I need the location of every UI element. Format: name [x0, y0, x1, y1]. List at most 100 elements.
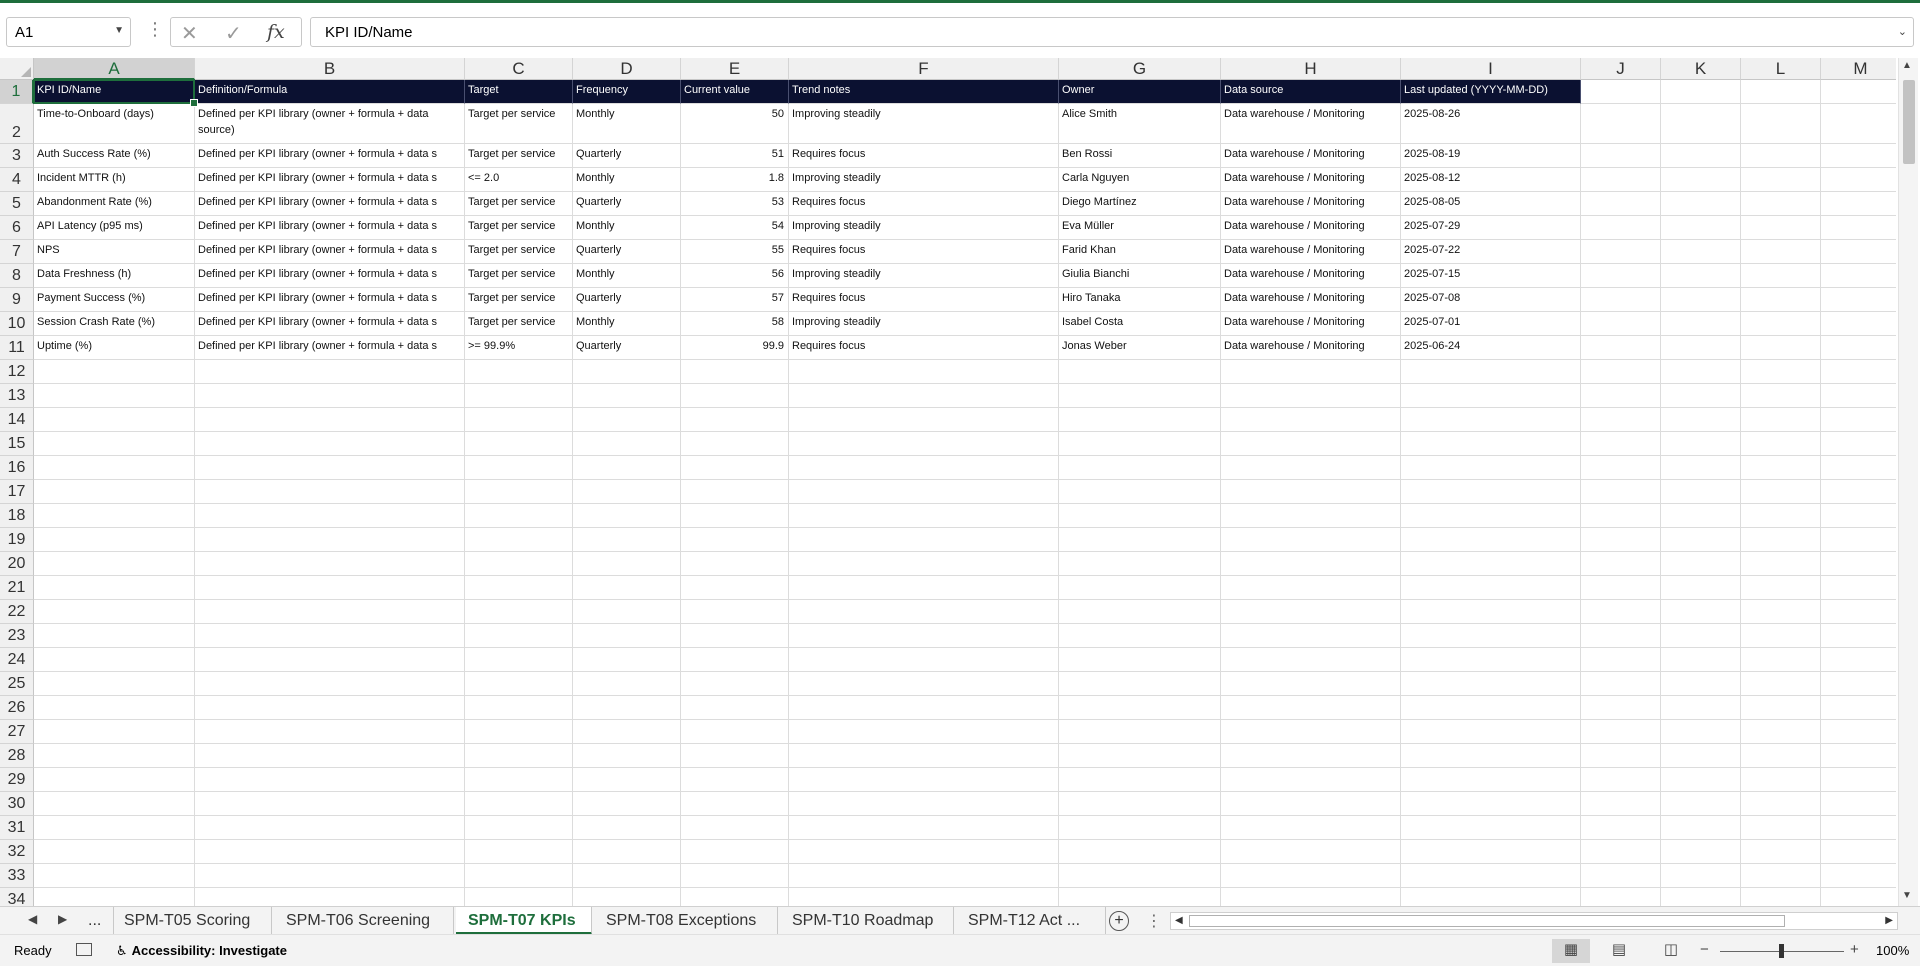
cell-l18[interactable]	[1741, 504, 1821, 528]
cell-m21[interactable]	[1821, 576, 1896, 600]
cell-i30[interactable]	[1401, 792, 1581, 816]
row-header-10[interactable]: 10	[0, 312, 34, 336]
cell-k34[interactable]	[1661, 888, 1741, 906]
zoom-level[interactable]: 100%	[1876, 943, 1909, 958]
cell-d14[interactable]	[573, 408, 681, 432]
cell-b1[interactable]: Definition/Formula	[195, 80, 465, 104]
cell-k3[interactable]	[1661, 144, 1741, 168]
cell-l20[interactable]	[1741, 552, 1821, 576]
cell-f14[interactable]	[789, 408, 1059, 432]
formula-input[interactable]: KPI ID/Name ⌄	[310, 17, 1914, 47]
cell-f5[interactable]: Requires focus	[789, 192, 1059, 216]
cell-g2[interactable]: Alice Smith	[1059, 104, 1221, 144]
expand-formula-bar-icon[interactable]: ⌄	[1898, 25, 1907, 38]
cell-e23[interactable]	[681, 624, 789, 648]
scroll-down-icon[interactable]: ▼	[1902, 890, 1912, 901]
cell-m27[interactable]	[1821, 720, 1896, 744]
cell-l22[interactable]	[1741, 600, 1821, 624]
cell-j26[interactable]	[1581, 696, 1661, 720]
row-header-14[interactable]: 14	[0, 408, 34, 432]
column-header-c[interactable]: C	[465, 58, 573, 80]
cell-g24[interactable]	[1059, 648, 1221, 672]
cell-e26[interactable]	[681, 696, 789, 720]
cell-i34[interactable]	[1401, 888, 1581, 906]
cell-a24[interactable]	[34, 648, 195, 672]
cell-c25[interactable]	[465, 672, 573, 696]
cell-b5[interactable]: Defined per KPI library (owner + formula…	[195, 192, 465, 216]
cell-c11[interactable]: >= 99.9%	[465, 336, 573, 360]
cell-c33[interactable]	[465, 864, 573, 888]
cell-m1[interactable]	[1821, 80, 1896, 104]
accessibility-status[interactable]: ♿ Accessibility: Investigate	[116, 943, 287, 959]
cell-g7[interactable]: Farid Khan	[1059, 240, 1221, 264]
cell-c14[interactable]	[465, 408, 573, 432]
cell-i11[interactable]: 2025-06-24	[1401, 336, 1581, 360]
cell-j1[interactable]	[1581, 80, 1661, 104]
row-header-11[interactable]: 11	[0, 336, 34, 360]
spreadsheet-grid[interactable]: A B C D E F G H I J K L M 1 2 3 4 5 6 7 8 9 10 11 12 13 14 15 16 17 18…	[0, 58, 1896, 906]
cell-j12[interactable]	[1581, 360, 1661, 384]
cell-l28[interactable]	[1741, 744, 1821, 768]
cell-f23[interactable]	[789, 624, 1059, 648]
cell-m34[interactable]	[1821, 888, 1896, 906]
cell-l13[interactable]	[1741, 384, 1821, 408]
cell-h29[interactable]	[1221, 768, 1401, 792]
cell-d12[interactable]	[573, 360, 681, 384]
cell-g25[interactable]	[1059, 672, 1221, 696]
zoom-out-icon[interactable]: −	[1700, 941, 1709, 958]
cell-a11[interactable]: Uptime (%)	[34, 336, 195, 360]
cell-g10[interactable]: Isabel Costa	[1059, 312, 1221, 336]
cell-b22[interactable]	[195, 600, 465, 624]
cell-d7[interactable]: Quarterly	[573, 240, 681, 264]
row-header-30[interactable]: 30	[0, 792, 34, 816]
cell-i28[interactable]	[1401, 744, 1581, 768]
cell-e3[interactable]: 51	[681, 144, 789, 168]
row-header-6[interactable]: 6	[0, 216, 34, 240]
cell-f34[interactable]	[789, 888, 1059, 906]
cell-d9[interactable]: Quarterly	[573, 288, 681, 312]
row-header-19[interactable]: 19	[0, 528, 34, 552]
cell-f33[interactable]	[789, 864, 1059, 888]
cell-c5[interactable]: Target per service	[465, 192, 573, 216]
sheet-tab[interactable]: SPM-T08 Exceptions	[594, 907, 778, 935]
cell-f22[interactable]	[789, 600, 1059, 624]
cell-i18[interactable]	[1401, 504, 1581, 528]
cell-c10[interactable]: Target per service	[465, 312, 573, 336]
cell-e11[interactable]: 99.9	[681, 336, 789, 360]
cell-j13[interactable]	[1581, 384, 1661, 408]
name-box[interactable]: A1 ▼	[6, 17, 131, 47]
cell-b16[interactable]	[195, 456, 465, 480]
cell-e25[interactable]	[681, 672, 789, 696]
cell-l25[interactable]	[1741, 672, 1821, 696]
row-header-29[interactable]: 29	[0, 768, 34, 792]
zoom-in-icon[interactable]: +	[1850, 941, 1859, 958]
cell-j9[interactable]	[1581, 288, 1661, 312]
cell-j11[interactable]	[1581, 336, 1661, 360]
cell-a10[interactable]: Session Crash Rate (%)	[34, 312, 195, 336]
cell-l2[interactable]	[1741, 104, 1821, 144]
row-header-16[interactable]: 16	[0, 456, 34, 480]
cell-k16[interactable]	[1661, 456, 1741, 480]
cell-d34[interactable]	[573, 888, 681, 906]
cell-i32[interactable]	[1401, 840, 1581, 864]
cell-l9[interactable]	[1741, 288, 1821, 312]
cell-l16[interactable]	[1741, 456, 1821, 480]
cell-g11[interactable]: Jonas Weber	[1059, 336, 1221, 360]
column-header-m[interactable]: M	[1821, 58, 1896, 80]
cell-m22[interactable]	[1821, 600, 1896, 624]
cell-k31[interactable]	[1661, 816, 1741, 840]
cell-h31[interactable]	[1221, 816, 1401, 840]
cell-b30[interactable]	[195, 792, 465, 816]
cell-g33[interactable]	[1059, 864, 1221, 888]
cell-a14[interactable]	[34, 408, 195, 432]
sheet-tab[interactable]: SPM-T05 Scoring	[112, 907, 272, 935]
row-header-25[interactable]: 25	[0, 672, 34, 696]
cell-a5[interactable]: Abandonment Rate (%)	[34, 192, 195, 216]
cell-d29[interactable]	[573, 768, 681, 792]
cell-d30[interactable]	[573, 792, 681, 816]
cell-a18[interactable]	[34, 504, 195, 528]
cell-m12[interactable]	[1821, 360, 1896, 384]
row-header-22[interactable]: 22	[0, 600, 34, 624]
cell-c22[interactable]	[465, 600, 573, 624]
cell-j17[interactable]	[1581, 480, 1661, 504]
